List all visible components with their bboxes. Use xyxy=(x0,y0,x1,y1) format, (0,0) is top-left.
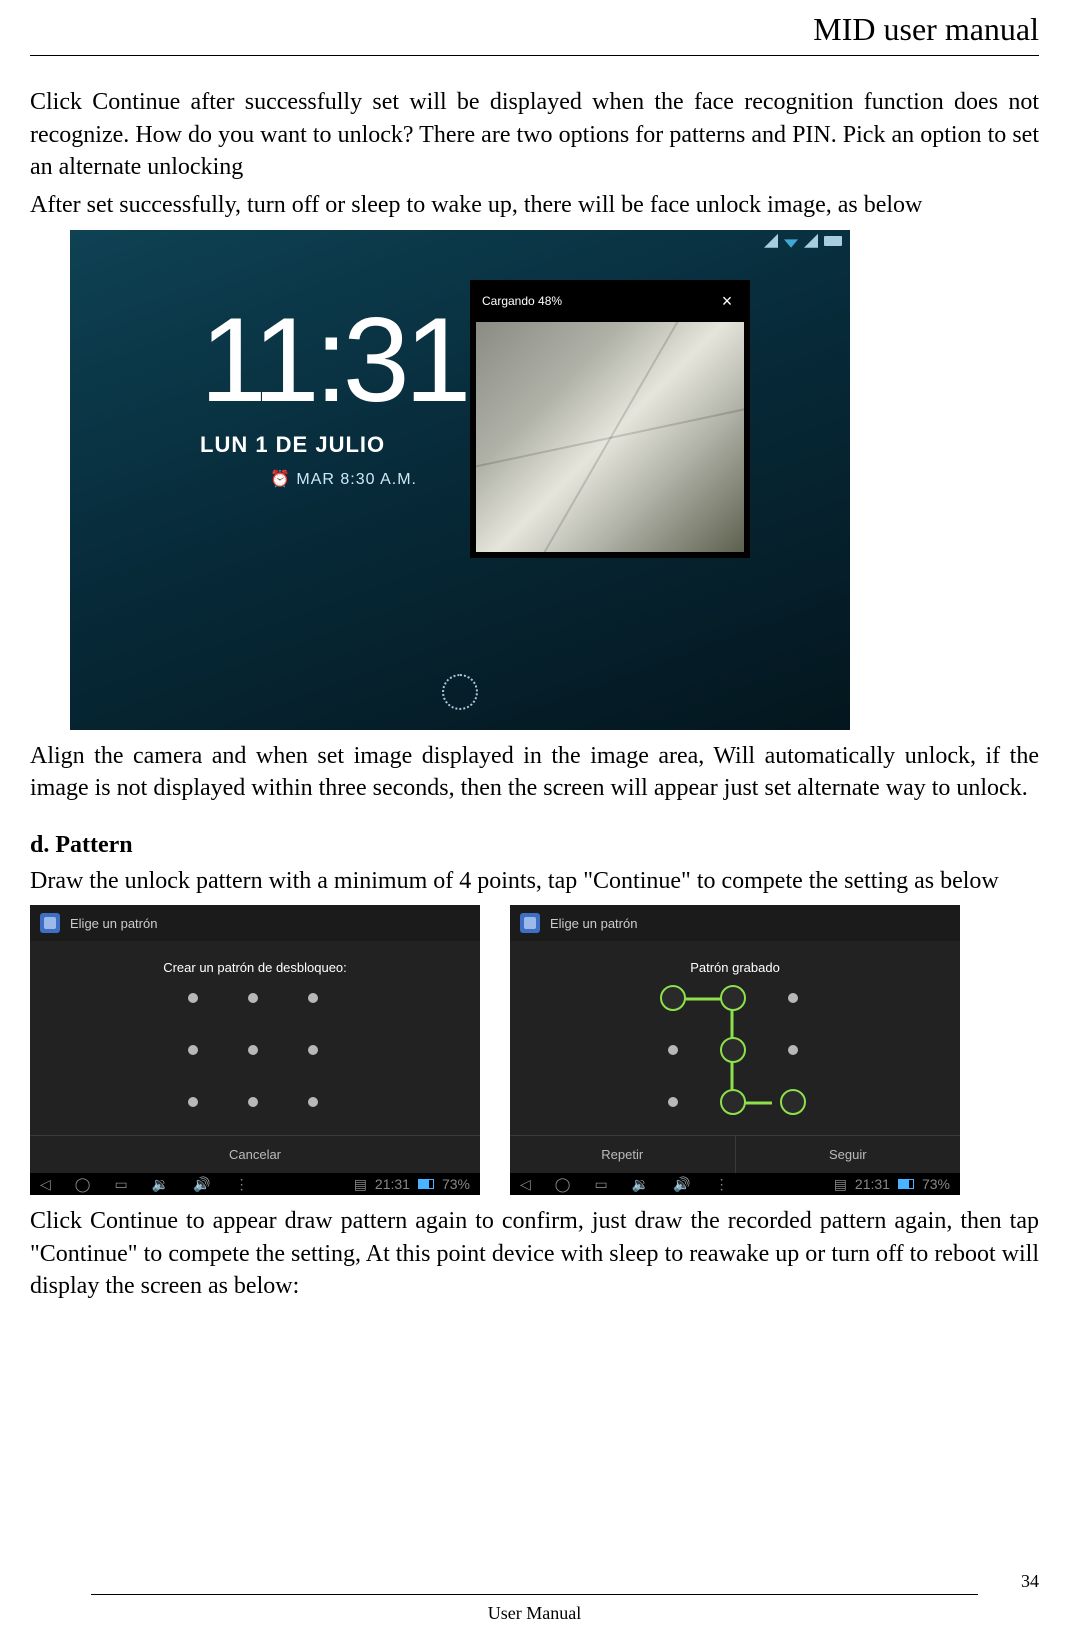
pattern-dot[interactable] xyxy=(248,1045,258,1055)
screen-title: Elige un patrón xyxy=(70,915,157,933)
battery-icon xyxy=(418,1179,434,1189)
paragraph-2: After set successfully, turn off or slee… xyxy=(30,189,1039,221)
button-row: Repetir Seguir xyxy=(510,1135,960,1174)
recent-icon[interactable]: ▭ xyxy=(114,1175,127,1194)
repeat-button[interactable]: Repetir xyxy=(510,1136,736,1174)
screen-title: Elige un patrón xyxy=(550,915,637,933)
pattern-dot-active[interactable] xyxy=(660,985,686,1011)
close-icon[interactable]: × xyxy=(716,290,738,312)
page-header-title: MID user manual xyxy=(30,8,1039,55)
status-time: 21:31 xyxy=(855,1175,890,1194)
screen-subtitle: Crear un patrón de desbloqueo: xyxy=(30,941,480,981)
sd-icon: ▤ xyxy=(354,1175,367,1194)
continue-button[interactable]: Seguir xyxy=(736,1136,961,1174)
pattern-dot[interactable] xyxy=(308,1097,318,1107)
cancel-button[interactable]: Cancelar xyxy=(30,1136,480,1174)
header-rule xyxy=(30,55,1039,56)
settings-icon xyxy=(520,913,540,933)
sd-icon: ▤ xyxy=(834,1175,847,1194)
pattern-grid[interactable] xyxy=(660,987,810,1117)
volume-up-icon[interactable]: 🔊 xyxy=(673,1175,690,1194)
pattern-dot[interactable] xyxy=(188,1097,198,1107)
more-icon[interactable]: ⋮ xyxy=(715,1175,729,1194)
clock-alarm: ⏰ MAR 8:30 A.M. xyxy=(270,469,466,491)
section-d-pattern: d. Pattern xyxy=(30,829,1039,861)
pattern-dot[interactable] xyxy=(308,1045,318,1055)
page-footer: User Manual xyxy=(30,1594,1039,1625)
nav-bar: ◁ ◯ ▭ 🔉 🔊 ⋮ ▤ 21:31 73% xyxy=(30,1173,480,1195)
volume-down-icon[interactable]: 🔉 xyxy=(152,1175,169,1194)
clock-date: LUN 1 DE JULIO xyxy=(200,430,466,460)
signal-icon xyxy=(804,234,818,248)
face-camera-panel: Cargando 48% × xyxy=(470,280,750,558)
pattern-dot-active[interactable] xyxy=(780,1089,806,1115)
screenshot-pattern-recorded: Elige un patrón Patrón grabado Repetir S… xyxy=(510,905,960,1195)
pattern-grid[interactable] xyxy=(180,987,330,1117)
paragraph-5: Click Continue to appear draw pattern ag… xyxy=(30,1205,1039,1302)
pattern-dot[interactable] xyxy=(188,993,198,1003)
pattern-dot-active[interactable] xyxy=(720,1037,746,1063)
lock-clock: 11:31 LUN 1 DE JULIO ⏰ MAR 8:30 A.M. xyxy=(200,300,466,491)
pattern-dot[interactable] xyxy=(248,1097,258,1107)
battery-icon xyxy=(898,1179,914,1189)
pattern-dot[interactable] xyxy=(668,1097,678,1107)
status-battery: 73% xyxy=(922,1175,950,1194)
paragraph-1: Click Continue after successfully set wi… xyxy=(30,86,1039,183)
pattern-dot[interactable] xyxy=(248,993,258,1003)
home-icon[interactable]: ◯ xyxy=(75,1175,91,1194)
settings-icon xyxy=(40,913,60,933)
button-row: Cancelar xyxy=(30,1135,480,1174)
footer-rule xyxy=(91,1594,979,1595)
paragraph-4: Draw the unlock pattern with a minimum o… xyxy=(30,865,1039,897)
pattern-dot[interactable] xyxy=(668,1045,678,1055)
camera-status-label: Cargando 48% xyxy=(482,293,562,309)
battery-icon xyxy=(824,236,842,246)
home-icon[interactable]: ◯ xyxy=(555,1175,571,1194)
status-time: 21:31 xyxy=(375,1175,410,1194)
page-number: 34 xyxy=(1021,1569,1039,1593)
volume-down-icon[interactable]: 🔉 xyxy=(632,1175,649,1194)
screenshot-pattern-create: Elige un patrón Crear un patrón de desbl… xyxy=(30,905,480,1195)
recent-icon[interactable]: ▭ xyxy=(594,1175,607,1194)
unlock-ring-icon[interactable] xyxy=(442,674,478,710)
pattern-dot[interactable] xyxy=(308,993,318,1003)
clock-min: :31 xyxy=(315,293,467,427)
nav-bar: ◁ ◯ ▭ 🔉 🔊 ⋮ ▤ 21:31 73% xyxy=(510,1173,960,1195)
titlebar: Elige un patrón xyxy=(510,905,960,941)
pattern-dot[interactable] xyxy=(788,1045,798,1055)
clock-hour: 11 xyxy=(200,293,315,427)
status-battery: 73% xyxy=(442,1175,470,1194)
screenshot-face-unlock: 11:31 LUN 1 DE JULIO ⏰ MAR 8:30 A.M. Car… xyxy=(70,230,850,730)
alarm-text: MAR 8:30 A.M. xyxy=(296,471,417,488)
titlebar: Elige un patrón xyxy=(30,905,480,941)
wifi-icon xyxy=(784,234,798,248)
pattern-dot[interactable] xyxy=(188,1045,198,1055)
paragraph-3: Align the camera and when set image disp… xyxy=(30,740,1039,805)
pattern-dot-active[interactable] xyxy=(720,1089,746,1115)
pattern-dot-active[interactable] xyxy=(720,985,746,1011)
footer-label: User Manual xyxy=(488,1603,581,1623)
alarm-icon xyxy=(764,234,778,248)
screen-subtitle: Patrón grabado xyxy=(510,941,960,981)
pattern-dot[interactable] xyxy=(788,993,798,1003)
pattern-screenshots-row: Elige un patrón Crear un patrón de desbl… xyxy=(30,905,1039,1195)
volume-up-icon[interactable]: 🔊 xyxy=(193,1175,210,1194)
back-icon[interactable]: ◁ xyxy=(520,1175,531,1194)
camera-preview xyxy=(476,322,744,552)
status-bar xyxy=(764,234,842,248)
more-icon[interactable]: ⋮ xyxy=(235,1175,249,1194)
back-icon[interactable]: ◁ xyxy=(40,1175,51,1194)
